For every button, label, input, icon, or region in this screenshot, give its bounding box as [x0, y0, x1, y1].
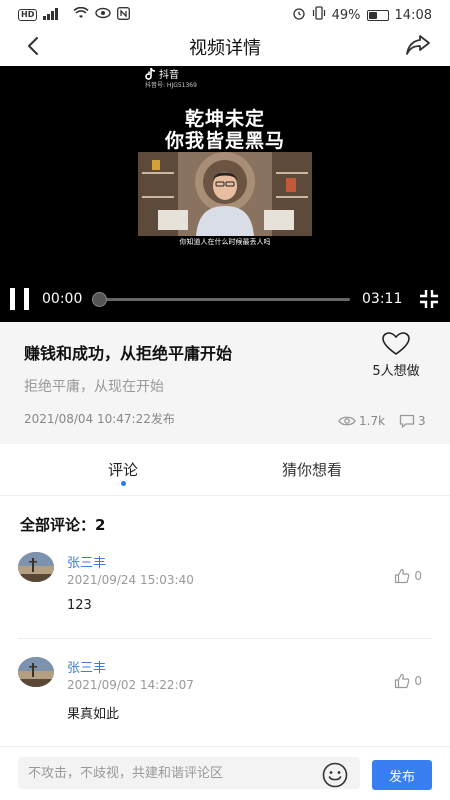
want-count: 5人想做	[372, 364, 420, 379]
active-tab-indicator	[121, 481, 126, 486]
tab-comments[interactable]: 评论	[96, 459, 150, 486]
like-button[interactable]: 0	[394, 568, 422, 584]
tab-recommended-label: 猜你想看	[281, 461, 342, 479]
views-count: 1.7k	[359, 414, 386, 428]
divider	[18, 638, 432, 639]
thumbs-up-icon	[395, 673, 410, 689]
video-frame	[138, 152, 312, 236]
comment-text: 123	[67, 598, 92, 613]
like-count: 0	[414, 569, 422, 583]
clock-time: 14:08	[394, 7, 432, 23]
comment-icon	[399, 414, 415, 428]
commenter-name[interactable]: 张三丰	[67, 657, 106, 676]
avatar[interactable]	[18, 657, 54, 687]
pause-icon[interactable]	[10, 288, 32, 310]
chevron-left-icon[interactable]	[22, 34, 46, 58]
want-button[interactable]: 5人想做	[366, 332, 426, 379]
video-controls: 00:00 03:11	[0, 284, 450, 312]
video-subtitle: 你知道人在什么时候最丢人吗	[179, 238, 271, 246]
current-time: 00:00	[42, 291, 83, 307]
status-right: 49% 14:08	[292, 6, 432, 24]
comment-item: 张三丰 2021/09/24 15:03:40 123 0	[0, 552, 450, 658]
signal-icon	[43, 7, 67, 23]
comment-composer: 发布	[0, 746, 450, 800]
exit-fullscreen-icon[interactable]	[419, 289, 439, 309]
video-subtitle-text: 拒绝平庸，从现在开始	[24, 379, 164, 395]
brand-name: 抖音	[159, 70, 179, 81]
publish-button[interactable]: 发布	[372, 760, 432, 790]
overlay-line-2: 你我皆是黑马	[164, 130, 285, 152]
video-player[interactable]: 抖音 抖音号: HJG51369 乾坤未定 你我皆是黑马 你知道人在什么时候最丢…	[0, 66, 450, 322]
publish-date: 2021/08/04 10:47:22发布	[24, 412, 175, 426]
battery-percent: 49%	[331, 7, 361, 23]
vibrate-icon	[312, 6, 326, 24]
tiktok-logo: 抖音	[145, 66, 179, 81]
video-title: 赚钱和成功，从拒绝平庸开始	[24, 344, 233, 363]
avatar[interactable]	[18, 552, 54, 582]
tab-recommended[interactable]: 猜你想看	[270, 459, 354, 480]
emoji-smile-icon[interactable]	[322, 762, 348, 788]
comment-date: 2021/09/02 14:22:07	[67, 678, 194, 692]
comments-stat: 3	[399, 414, 426, 428]
battery-icon	[366, 9, 389, 21]
nfc-icon	[117, 6, 131, 24]
views-stat: 1.7k	[338, 414, 385, 428]
hd-badge: HD	[18, 9, 38, 21]
status-bar: HD 49% 14:08	[0, 0, 450, 30]
status-left: HD	[18, 6, 131, 24]
tab-bar: 评论 猜你想看	[0, 444, 450, 496]
page-title: 视频详情	[189, 38, 261, 59]
progress-knob[interactable]	[92, 292, 107, 307]
tab-comments-label: 评论	[107, 461, 138, 479]
like-count: 0	[414, 674, 422, 688]
eye-icon	[338, 416, 356, 426]
nav-bar: 视频详情	[0, 30, 450, 64]
heart-icon	[382, 332, 410, 355]
commenter-name[interactable]: 张三丰	[67, 552, 106, 571]
like-button[interactable]: 0	[394, 673, 422, 689]
share-arrow-icon[interactable]	[404, 32, 432, 58]
video-info: 赚钱和成功，从拒绝平庸开始 拒绝平庸，从现在开始 2021/08/04 10:4…	[0, 322, 450, 444]
progress-track[interactable]	[100, 298, 350, 301]
comment-input[interactable]	[18, 757, 360, 789]
comments-header: 全部评论：2	[20, 516, 106, 534]
wifi-icon	[73, 6, 89, 23]
eye-icon	[95, 7, 112, 23]
music-note-icon	[145, 67, 156, 80]
alarm-icon	[292, 6, 306, 24]
comment-date: 2021/09/24 15:03:40	[67, 573, 194, 587]
comment-text: 果真如此	[67, 707, 120, 722]
thumbs-up-icon	[395, 568, 410, 584]
duration: 03:11	[362, 291, 403, 307]
brand-account-id: 抖音号: HJG51369	[145, 82, 197, 89]
comment-count: 3	[418, 414, 426, 428]
